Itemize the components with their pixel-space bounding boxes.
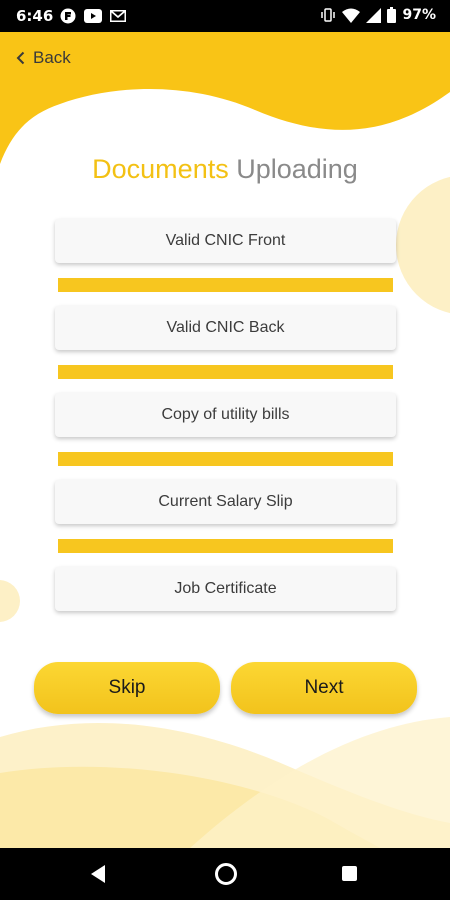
system-nav-bar [0, 848, 450, 900]
doc-job-certificate-button[interactable]: Job Certificate [55, 567, 396, 611]
status-bar: 6:46 97% [0, 0, 450, 32]
battery-percent: 97% [402, 7, 436, 23]
status-system-icons: 97% [320, 7, 436, 23]
skip-label: Skip [108, 677, 146, 698]
doc-utility-bills-button[interactable]: Copy of utility bills [55, 393, 396, 437]
vibrate-icon [321, 8, 336, 22]
signal-icon [366, 7, 382, 23]
title-uploading: Uploading [236, 154, 358, 184]
doc-label: Valid CNIC Back [166, 319, 285, 336]
status-time: 6:46 [16, 7, 54, 25]
doc-label: Current Salary Slip [158, 493, 293, 510]
decorative-circle-right [396, 175, 450, 315]
app-notification-icon [60, 8, 76, 24]
wifi-icon [342, 8, 361, 23]
chevron-left-icon [16, 51, 25, 65]
battery-icon [387, 7, 397, 23]
doc-valid-cnic-front-button[interactable]: Valid CNIC Front [55, 219, 396, 263]
back-button[interactable]: Back [16, 48, 71, 68]
gmail-icon [110, 10, 126, 22]
nav-home-icon[interactable] [215, 863, 237, 885]
page-title: Documents Uploading [0, 154, 450, 185]
upload-progress-bar [58, 452, 393, 466]
nav-back-icon[interactable] [91, 865, 105, 883]
skip-button[interactable]: Skip [34, 662, 220, 714]
doc-valid-cnic-back-button[interactable]: Valid CNIC Back [55, 306, 396, 350]
next-label: Next [304, 677, 344, 698]
doc-label: Valid CNIC Front [165, 232, 286, 249]
upload-progress-bar [58, 365, 393, 379]
upload-progress-bar [58, 278, 393, 292]
upload-progress-bar [58, 539, 393, 553]
doc-salary-slip-button[interactable]: Current Salary Slip [55, 480, 396, 524]
decorative-circle-left [0, 580, 20, 622]
documents-upload-screen: 6:46 97% Back Documents Uploading Valid … [0, 0, 450, 900]
title-documents: Documents [92, 154, 229, 184]
youtube-icon [84, 9, 102, 23]
next-button[interactable]: Next [231, 662, 417, 714]
bottom-wave [0, 717, 450, 848]
nav-recents-icon[interactable] [342, 866, 357, 881]
back-label: Back [33, 48, 71, 67]
doc-label: Copy of utility bills [161, 406, 290, 423]
status-notification-icons [60, 8, 126, 24]
doc-label: Job Certificate [174, 580, 277, 597]
